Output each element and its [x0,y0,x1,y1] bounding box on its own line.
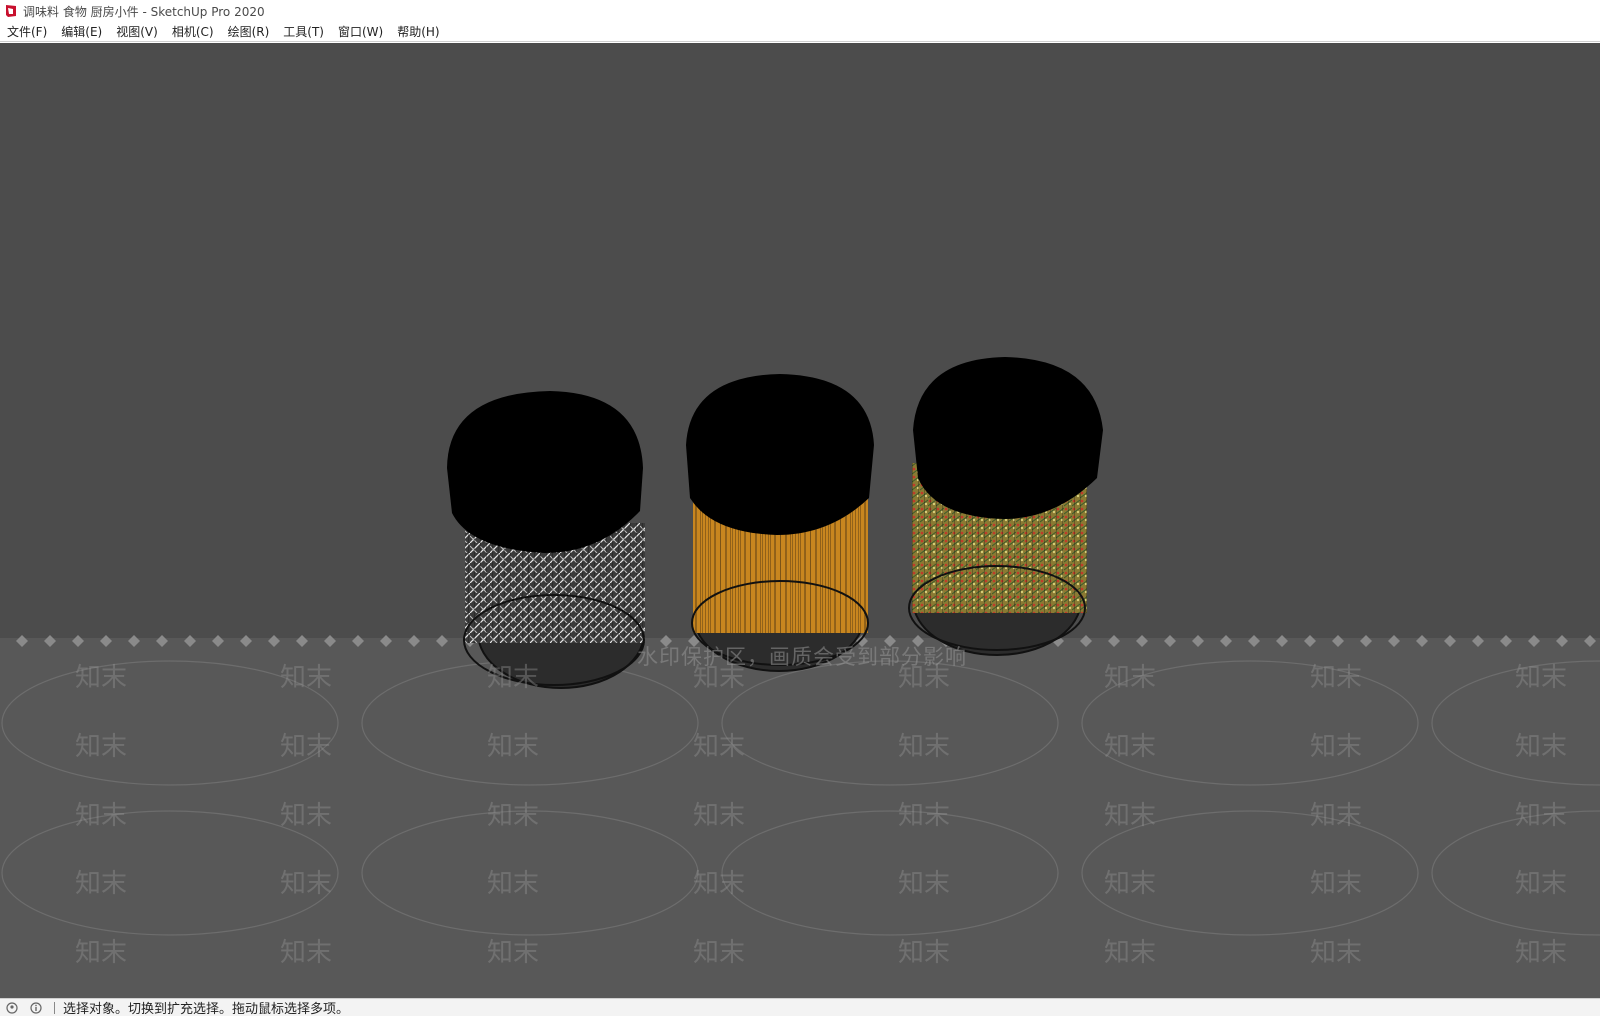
watermark-tile: 知末 [693,732,746,762]
watermark-tile: 知末 [75,938,128,968]
watermark-tile: 知末 [1515,801,1568,831]
watermark-tile: 知末 [280,732,333,762]
watermark-tile: 知末 [75,663,128,693]
status-separator [54,1001,55,1014]
watermark-tile: 知末 [280,801,333,831]
geo-location-icon[interactable] [6,1001,18,1014]
scene-canvas [0,357,1600,998]
menu-tools[interactable]: 工具(T) [280,22,331,42]
watermark-tile: 知末 [280,869,333,899]
status-message: 选择对象。切换到扩充选择。拖动鼠标选择多项。 [63,1002,350,1017]
watermark-tile: 知末 [75,869,128,899]
watermark-tile: 知末 [1310,801,1363,831]
watermark-tile: 知末 [1515,938,1568,968]
watermark-tile: 知末 [693,938,746,968]
menu-draw[interactable]: 绘图(R) [225,22,277,42]
watermark-tile: 知末 [898,663,951,693]
watermark-tile: 知末 [693,869,746,899]
watermark-tile: 知末 [1310,663,1363,693]
watermark-tile: 知末 [1104,869,1157,899]
watermark-tile: 知末 [1310,869,1363,899]
menu-file[interactable]: 文件(F) [4,22,54,42]
watermark-tile: 知末 [1310,938,1363,968]
watermark-tile: 知末 [75,732,128,762]
watermark-tile: 知末 [1515,732,1568,762]
menu-camera[interactable]: 相机(C) [169,22,221,42]
watermark-tile: 知末 [280,663,333,693]
watermark-tile: 知末 [487,732,540,762]
watermark-tile: 知末 [1515,663,1568,693]
info-icon[interactable] [30,1001,42,1014]
watermark-tile: 知末 [898,732,951,762]
watermark-tile: 知末 [693,663,746,693]
menu-bar: 文件(F) 编辑(E) 视图(V) 相机(C) 绘图(R) 工具(T) 窗口(W… [0,22,1600,42]
drawing-viewport[interactable]: 水印保护区，画质会受到部分影响 知末 知末 知末 知末 知末 知末 知末 知末 知末 知末 知末 知末… [0,43,1600,998]
watermark-tile: 知末 [898,801,951,831]
watermark-tile: 知末 [1310,732,1363,762]
watermark-tile: 知末 [898,869,951,899]
menu-edit[interactable]: 编辑(E) [58,22,109,42]
jar-right[interactable] [908,357,1103,656]
window-title: 调味料 食物 厨房小件 - SketchUp Pro 2020 [23,4,265,19]
status-bar: 选择对象。切换到扩充选择。拖动鼠标选择多项。 [0,998,1600,1017]
watermark-tile: 知末 [1104,663,1157,693]
watermark-tile: 知末 [487,663,540,693]
watermark-tile: 知末 [75,801,128,831]
watermark-tile: 知末 [1104,801,1157,831]
watermark-tile: 知末 [1515,869,1568,899]
menu-view[interactable]: 视图(V) [113,22,165,42]
watermark-tile: 知末 [693,801,746,831]
menu-help[interactable]: 帮助(H) [394,22,446,42]
menu-window[interactable]: 窗口(W) [335,22,390,42]
watermark-tile: 知末 [1104,938,1157,968]
watermark-tile: 知末 [280,938,333,968]
watermark-tile: 知末 [898,938,951,968]
watermark-tile: 知末 [487,869,540,899]
sketchup-logo-icon [4,4,18,18]
title-bar: 调味料 食物 厨房小件 - SketchUp Pro 2020 [0,0,1600,22]
jar-middle[interactable] [686,374,874,672]
watermark-tile: 知末 [487,938,540,968]
watermark-tile: 知末 [487,801,540,831]
watermark-tile: 知末 [1104,732,1157,762]
